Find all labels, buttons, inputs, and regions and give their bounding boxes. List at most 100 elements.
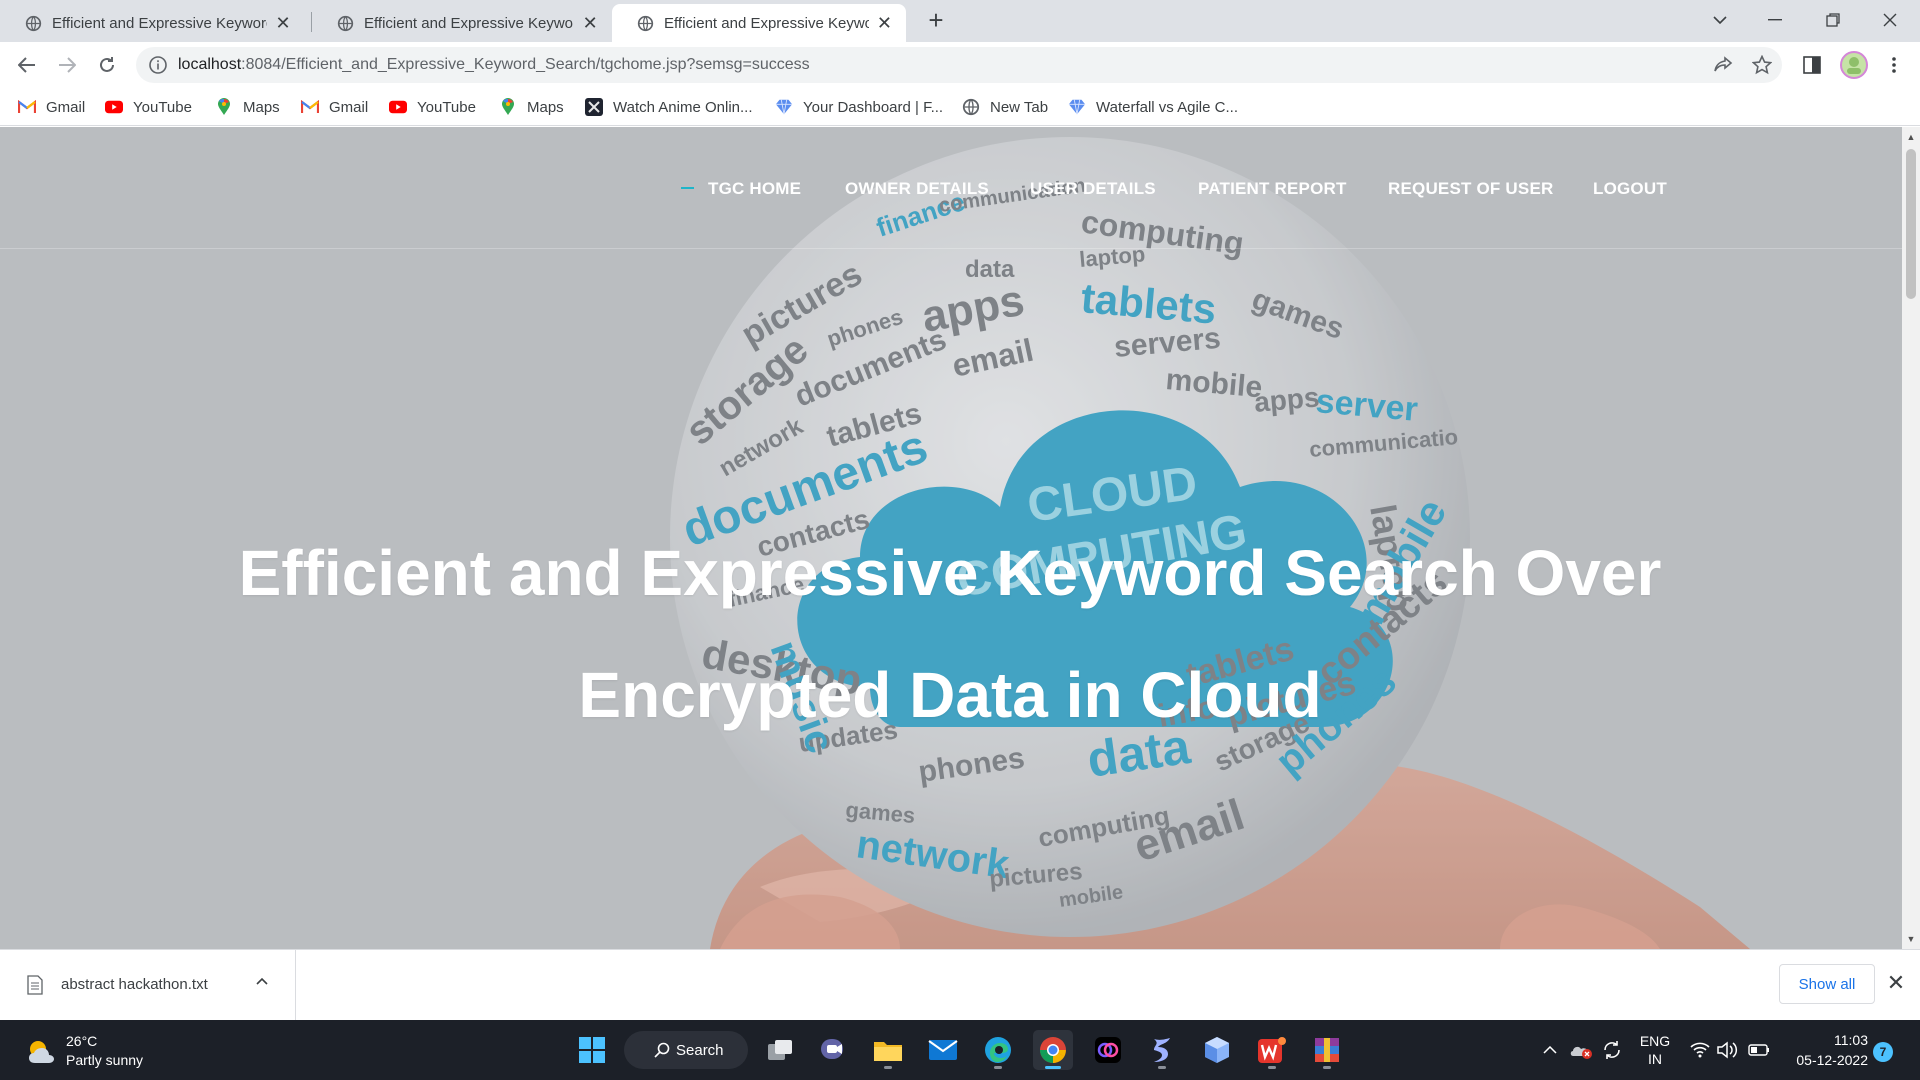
sync-icon[interactable] [1600, 1020, 1624, 1080]
bookmark-item[interactable]: Gmail [301, 96, 368, 118]
globe-icon [25, 15, 42, 31]
tab-title: Efficient and Expressive Keyword [52, 14, 267, 32]
nav-user-details[interactable]: USER DETAILS [1030, 179, 1156, 199]
clock-date: 05-12-2022 [1796, 1052, 1868, 1068]
battery-icon[interactable] [1746, 1020, 1772, 1080]
bookmark-item[interactable]: Maps [499, 96, 564, 118]
chevron-up-icon[interactable] [256, 972, 268, 990]
bookmark-item[interactable]: Waterfall vs Agile C... [1068, 96, 1238, 118]
new-tab-button[interactable]: + [922, 7, 950, 35]
wps-office-icon[interactable] [1252, 1030, 1292, 1070]
browser-tab[interactable]: Efficient and Expressive Keyword ✕ [312, 4, 612, 42]
running-indicator [884, 1066, 892, 1069]
scroll-down-arrow-icon[interactable]: ▼ [1902, 931, 1920, 947]
windows-taskbar: 26°C Partly sunny Search ENG IN 11:03 05… [0, 1020, 1920, 1080]
browser-tab-active[interactable]: Efficient and Expressive Keyword ✕ [612, 4, 906, 42]
scroll-thumb[interactable] [1906, 149, 1916, 299]
scroll-up-arrow-icon[interactable]: ▲ [1902, 129, 1920, 145]
close-icon[interactable]: ✕ [273, 13, 293, 34]
mail-icon[interactable] [923, 1030, 963, 1070]
weather-widget[interactable]: 26°C Partly sunny [26, 1032, 143, 1070]
page-viewport: CLOUD COMPUTING finance communication co… [0, 127, 1902, 949]
bookmark-star-icon[interactable] [1750, 53, 1774, 77]
restore-button[interactable] [1807, 0, 1859, 40]
url-host: localhost [178, 56, 242, 73]
notification-badge[interactable]: 7 [1873, 1042, 1893, 1062]
winrar-icon[interactable] [1307, 1030, 1347, 1070]
bookmark-label: YouTube [417, 98, 476, 116]
wifi-icon[interactable] [1688, 1020, 1712, 1080]
gmail-icon [18, 98, 36, 116]
bookmark-label: Maps [243, 98, 280, 116]
download-filename: abstract hackathon.txt [61, 976, 208, 993]
chevron-up-icon[interactable] [1538, 1020, 1562, 1080]
address-bar[interactable]: localhost:8084/Efficient_and_Expressive_… [136, 47, 1782, 83]
weather-temp: 26°C [66, 1033, 98, 1049]
bookmark-item[interactable]: YouTube [105, 96, 192, 118]
nav-tgc-home[interactable]: TGC HOME [708, 179, 801, 199]
forward-button[interactable] [50, 48, 84, 82]
browser-tab[interactable]: Efficient and Expressive Keyword ✕ [0, 4, 312, 42]
tab-search-chevron-icon[interactable] [1694, 0, 1746, 40]
show-all-button[interactable]: Show all [1779, 964, 1875, 1004]
edge-browser-icon[interactable] [978, 1030, 1018, 1070]
close-icon[interactable]: ✕ [875, 13, 894, 34]
onedrive-error-icon[interactable] [1568, 1020, 1594, 1080]
language-code: ENG [1639, 1033, 1671, 1049]
share-icon[interactable] [1711, 53, 1735, 77]
youtube-icon [105, 98, 123, 116]
hero-title-line: Encrypted Data in Cloud [578, 659, 1322, 731]
file-explorer-icon[interactable] [868, 1030, 908, 1070]
diamond-icon [1068, 98, 1086, 116]
running-indicator [1268, 1066, 1276, 1069]
globe-icon [337, 15, 354, 31]
taskbar-search-label: Search [676, 1041, 724, 1059]
url-path: :8084/Efficient_and_Expressive_Keyword_S… [241, 56, 810, 73]
reload-button[interactable] [90, 48, 124, 82]
bookmark-item[interactable]: Watch Anime Onlin... [585, 96, 753, 118]
tab-strip: Efficient and Expressive Keyword ✕ Effic… [0, 0, 1920, 42]
side-panel-icon[interactable] [1800, 53, 1824, 77]
download-item[interactable]: abstract hackathon.txt [0, 950, 296, 1020]
volume-icon[interactable] [1716, 1020, 1740, 1080]
start-button[interactable] [572, 1030, 612, 1070]
input-language-indicator[interactable]: ENG IN [1635, 1020, 1675, 1080]
minimize-button[interactable] [1749, 0, 1801, 40]
info-icon[interactable] [148, 55, 168, 75]
chrome-browser-icon[interactable] [1033, 1030, 1073, 1070]
back-button[interactable] [10, 48, 44, 82]
diamond-icon [775, 98, 793, 116]
bookmark-item[interactable]: Gmail [18, 96, 85, 118]
tab-title: Efficient and Expressive Keyword [364, 14, 575, 32]
close-window-button[interactable] [1864, 0, 1916, 40]
taskbar-search[interactable]: Search [624, 1031, 748, 1069]
close-icon[interactable]: ✕ [1884, 970, 1908, 996]
globe-icon [637, 15, 654, 31]
bookmark-label: Watch Anime Onlin... [613, 98, 753, 116]
hero-title-line: Efficient and Expressive Keyword Search … [238, 537, 1662, 609]
region-code: IN [1648, 1051, 1662, 1067]
clock-time: 11:03 [1834, 1032, 1868, 1048]
bookmark-item[interactable]: YouTube [389, 96, 476, 118]
menu-kebab-icon[interactable] [1882, 53, 1906, 77]
app-icon-wave[interactable] [1142, 1030, 1182, 1070]
nav-owner-details[interactable]: OWNER DETAILS [845, 179, 989, 199]
nav-request-of-user[interactable]: REQUEST OF USER [1388, 179, 1553, 199]
weather-condition: Partly sunny [66, 1052, 144, 1068]
teams-chat-icon[interactable] [814, 1030, 854, 1070]
system-clock[interactable]: 11:03 05-12-2022 [1788, 1030, 1868, 1070]
task-view-icon[interactable] [760, 1030, 800, 1070]
youtube-icon [389, 98, 407, 116]
nav-patient-report[interactable]: PATIENT REPORT [1198, 179, 1347, 199]
nav-logout[interactable]: LOGOUT [1593, 179, 1667, 199]
running-indicator [994, 1066, 1002, 1069]
app-icon-dark[interactable] [1088, 1030, 1128, 1070]
bookmark-item[interactable]: Maps [215, 96, 280, 118]
app-icon-cube[interactable] [1197, 1030, 1237, 1070]
bookmark-item[interactable]: New Tab [962, 96, 1048, 118]
close-icon[interactable]: ✕ [580, 13, 600, 34]
search-icon [654, 1042, 670, 1058]
profile-avatar[interactable] [1840, 51, 1868, 79]
page-scrollbar[interactable]: ▲ ▼ [1902, 127, 1920, 949]
bookmark-item[interactable]: Your Dashboard | F... [775, 96, 943, 118]
